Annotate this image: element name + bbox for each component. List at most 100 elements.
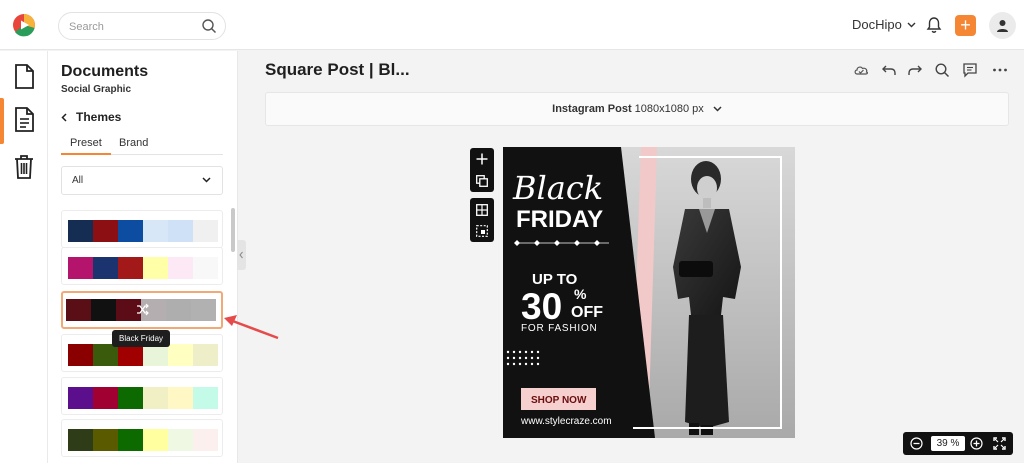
trash-icon (15, 155, 33, 179)
cta-label: SHOP NOW (531, 395, 587, 406)
palette-swatch (68, 257, 93, 279)
palette-tooltip: Black Friday (112, 330, 171, 347)
add-icon[interactable] (476, 153, 488, 165)
theme-palette[interactable] (61, 377, 223, 415)
tool-group-add (470, 148, 494, 192)
palette-swatch (91, 299, 116, 321)
collapse-panel-handle[interactable] (237, 240, 246, 270)
avatar[interactable] (989, 12, 1016, 39)
tool-group-grid (470, 198, 494, 242)
select-area-icon[interactable] (476, 225, 488, 237)
chevron-down-icon (202, 177, 211, 183)
chevron-left-icon (239, 251, 243, 259)
create-button[interactable]: + (955, 15, 976, 36)
duplicate-icon[interactable] (476, 175, 488, 187)
search-box[interactable] (58, 12, 226, 40)
account-menu[interactable]: DocHipo (852, 17, 916, 32)
palette-swatch (193, 220, 218, 242)
bell-icon[interactable] (925, 16, 943, 34)
panel-subtitle: Social Graphic (61, 84, 132, 95)
palette-swatch (168, 387, 193, 409)
redo-icon[interactable] (907, 62, 923, 78)
theme-palette[interactable] (61, 291, 223, 329)
tab-preset[interactable]: Preset (70, 137, 102, 149)
grid-icon[interactable] (476, 204, 488, 216)
theme-palette[interactable] (61, 210, 223, 248)
headline-script: Black (512, 169, 603, 207)
headline: FRIDAY (516, 206, 603, 233)
top-bar: DocHipo + (0, 0, 1024, 50)
chevron-down-icon (713, 106, 722, 112)
palette-swatch (93, 257, 118, 279)
tab-brand[interactable]: Brand (119, 137, 148, 149)
theme-filter-select[interactable]: All (61, 166, 223, 195)
palette-swatch (93, 429, 118, 451)
rail-item-trash[interactable] (0, 145, 48, 187)
canvas-size-selector[interactable]: Instagram Post 1080x1080 px (265, 92, 1009, 126)
cloud-save-icon[interactable] (853, 62, 869, 78)
palette-swatch (118, 429, 143, 451)
panel-title: Documents (61, 63, 149, 80)
account-name: DocHipo (852, 17, 902, 32)
search-input[interactable] (69, 18, 199, 35)
rail-item-documents[interactable] (0, 55, 48, 97)
palette-swatch (118, 257, 143, 279)
palette-swatch (143, 257, 168, 279)
pointer-arrow (224, 315, 279, 340)
active-tab-indicator (61, 153, 111, 155)
chevron-left-icon (61, 112, 67, 122)
fit-screen-icon[interactable] (993, 437, 1006, 450)
black-friday-design: Black FRIDAY UP TO 30 % OFF FOR FASHION … (503, 147, 795, 438)
palette-swatch (68, 429, 93, 451)
themes-panel: Documents Social Graphic Themes Preset B… (48, 51, 238, 463)
palette-swatch (168, 257, 193, 279)
palette-swatch (168, 220, 193, 242)
offer-sub: FOR FASHION (521, 323, 598, 334)
palette-swatch (168, 344, 193, 366)
theme-palette[interactable] (61, 247, 223, 285)
panel-scrollbar[interactable] (231, 208, 235, 252)
palette-swatch (118, 344, 143, 366)
palette-swatch (68, 387, 93, 409)
user-icon (997, 20, 1008, 32)
palette-swatch (193, 387, 218, 409)
zoom-level[interactable]: 39 % (931, 436, 965, 451)
theme-tabs: Preset Brand (61, 135, 223, 155)
more-options-icon[interactable] (992, 62, 1008, 78)
chevron-down-icon (907, 22, 916, 27)
palette-swatch (118, 387, 143, 409)
palette-swatch (166, 299, 191, 321)
palette-swatch (143, 429, 168, 451)
size-value: 1080x1080 px (634, 103, 704, 115)
left-rail (0, 51, 48, 463)
document-icon (15, 64, 34, 89)
search-icon[interactable] (934, 62, 950, 78)
zoom-out-icon[interactable] (910, 437, 923, 450)
design-canvas[interactable]: Black FRIDAY UP TO 30 % OFF FOR FASHION … (503, 147, 795, 438)
themes-back-button[interactable]: Themes (61, 110, 121, 124)
palette-swatch (66, 299, 91, 321)
website-url: www.stylecraze.com (520, 416, 612, 427)
shuffle-icon[interactable] (136, 303, 149, 316)
dochipo-logo[interactable] (12, 13, 36, 37)
palette-swatch (191, 299, 216, 321)
palette-swatch (193, 257, 218, 279)
size-label: Instagram Post (552, 103, 632, 115)
undo-icon[interactable] (881, 62, 897, 78)
zoom-in-icon[interactable] (970, 437, 983, 450)
search-icon[interactable] (201, 18, 217, 34)
palette-swatch (143, 344, 168, 366)
document-title[interactable]: Square Post | Bl... (265, 60, 410, 80)
palette-swatch (93, 387, 118, 409)
palette-swatch (168, 429, 193, 451)
theme-filter-value: All (72, 175, 84, 186)
template-icon (15, 107, 34, 132)
palette-swatch (193, 344, 218, 366)
palette-swatch (143, 387, 168, 409)
comment-icon[interactable] (962, 62, 978, 78)
theme-palette[interactable] (61, 419, 223, 457)
rail-item-templates[interactable] (0, 98, 48, 144)
offer-number: 30 (521, 286, 562, 327)
offer-suffix: OFF (571, 304, 603, 321)
zoom-control: 39 % (903, 432, 1013, 455)
